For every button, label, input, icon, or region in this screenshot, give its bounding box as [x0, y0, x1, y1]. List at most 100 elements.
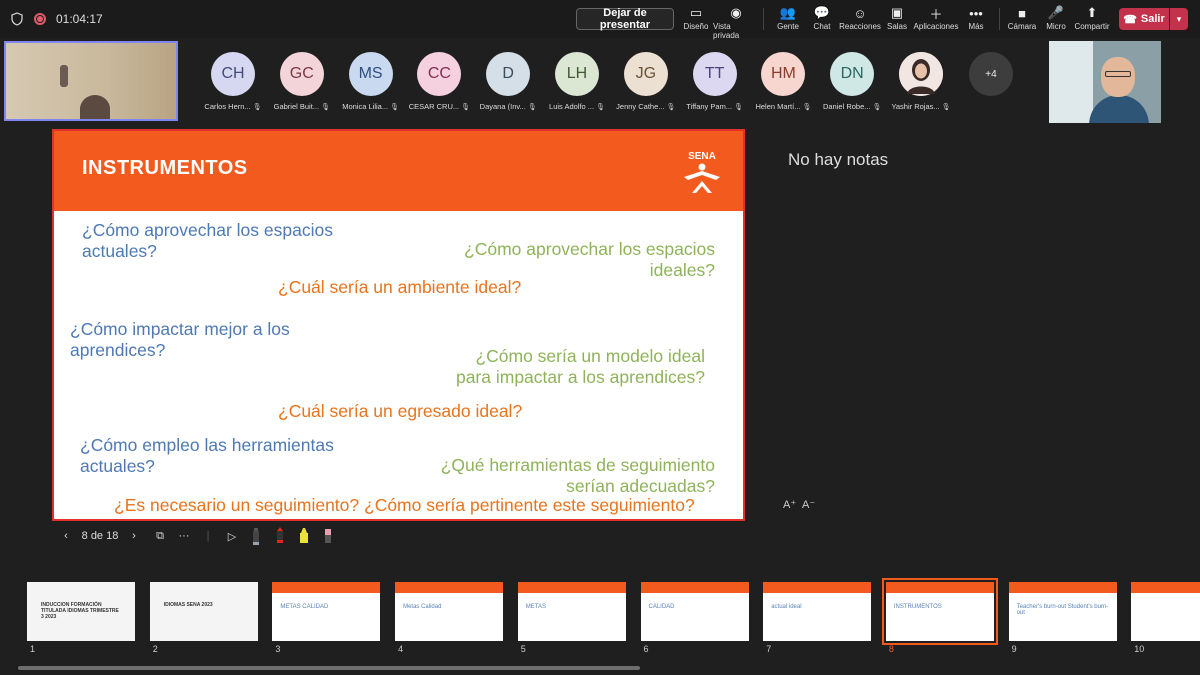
stop-presenting-button[interactable]: Dejar de presentar — [576, 7, 674, 31]
meeting-status: 01:04:17 — [0, 12, 103, 26]
slide-thumbnail[interactable]: METAS CALIDAD — [272, 582, 381, 641]
profile-photo — [899, 52, 943, 96]
remote-video-tile[interactable] — [1049, 41, 1161, 123]
participant-tile[interactable]: GC Gabriel Buit... 🎙 — [269, 52, 335, 111]
avatar: DN — [830, 52, 875, 96]
thumbnail-text: Metas Calidad — [403, 604, 442, 610]
private-view-button[interactable]: ◉ Vista privada — [713, 4, 759, 40]
slide-thumbnail[interactable] — [1131, 582, 1200, 641]
participant-tile[interactable]: D Dayana (Inv... 🎙 — [475, 52, 541, 111]
participant-name: CESAR CRU... — [408, 102, 460, 111]
leave-button[interactable]: ☎ Salir — [1119, 8, 1169, 30]
participant-strip: CH Carlos Hern... 🎙 GC Gabriel Buit... 🎙 MS Mon… — [0, 38, 1200, 126]
more-options-icon[interactable]: ··· — [172, 524, 196, 548]
highlighter-icon[interactable] — [292, 524, 316, 548]
participant-name: Carlos Hern... — [204, 102, 251, 111]
avatar: MS — [348, 52, 393, 96]
share-button[interactable]: ⬆ Compartir — [1069, 4, 1115, 31]
thumbnail-text: Teacher's burn-out Student's burn-out — [1016, 604, 1109, 616]
question-5: ¿Cómo sería un modelo ideal para impactar… — [455, 346, 705, 387]
thumbnail-number: 1 — [30, 644, 36, 654]
leave-options-chevron-icon[interactable]: ▾ — [1170, 8, 1188, 30]
self-video-tile[interactable] — [4, 41, 178, 121]
slide-thumbnail[interactable]: Metas Calidad — [395, 582, 504, 641]
slide-thumbnail[interactable]: Teacher's burn-out Student's burn-out — [1008, 582, 1117, 641]
thumbnail-number: 2 — [152, 644, 158, 654]
mic-muted-icon: 🎙 — [527, 103, 537, 111]
chat-icon: 💬 — [813, 5, 831, 20]
rooms-icon: ▣ — [890, 5, 904, 20]
participant-tile[interactable]: TT Tiffany Pam... 🎙 — [682, 52, 748, 111]
participant-name: Tiffany Pam... — [686, 102, 733, 111]
mic-muted-icon: 🎙 — [596, 103, 605, 111]
shield-icon — [11, 12, 23, 26]
phone-hangup-icon: ☎ — [1123, 13, 1137, 26]
more-participants[interactable]: +4 — [958, 52, 1024, 96]
question-4: ¿Cómo impactar mejor a los aprendices? — [70, 319, 290, 360]
laser-pen-icon[interactable] — [244, 524, 268, 548]
layout-icon: ▭ — [689, 5, 703, 20]
thumbnail-number: 5 — [520, 644, 526, 654]
thumbnail-text: IDIOMAS SENA 2023 — [163, 602, 213, 608]
eraser-icon[interactable] — [316, 524, 340, 548]
participant-name: Jenny Cathe... — [616, 102, 665, 111]
thumbnail-number: 4 — [398, 644, 404, 654]
avatar: CC — [417, 52, 462, 96]
thumbnail-text: CALIDAD — [648, 604, 675, 610]
meeting-timer: 01:04:17 — [56, 12, 103, 26]
avatar: LH — [555, 52, 599, 96]
previous-slide-chevron-icon[interactable]: ‹ — [52, 524, 80, 548]
thumbnail-number: 6 — [643, 644, 649, 654]
slide-thumbnail[interactable]: IDIOMAS SENA 2023 — [149, 582, 258, 641]
question-1: ¿Cómo aprovechar los espacios actuales? — [82, 220, 333, 261]
participant-video-person — [80, 95, 110, 119]
slide-thumbnail-strip: INDUCCION FORMACIÓN TITULADA IDIOMAS TRI… — [0, 578, 1200, 675]
mic-muted-icon: 🎙 — [252, 103, 262, 111]
avatar: TT — [692, 52, 737, 96]
reactions-icon: ☺ — [853, 5, 867, 21]
mic-muted-icon: 🎙 — [666, 103, 676, 111]
slide-thumbnail[interactable]: INDUCCION FORMACIÓN TITULADA IDIOMAS TRI… — [27, 582, 135, 641]
mic-off-icon: 🎤 — [1047, 5, 1065, 20]
slide-thumbnail[interactable]: METAS — [517, 582, 626, 641]
speaker-notes-empty: No hay notas — [788, 150, 889, 169]
participant-name: Gabriel Buit... — [273, 102, 320, 111]
participant-tile[interactable]: JG Jenny Cathe... 🎙 — [613, 52, 679, 111]
mic-muted-icon: 🎙 — [802, 103, 812, 111]
participant-tile[interactable]: HM Helen Martí... 🎙 — [750, 52, 816, 111]
thumbnail-text: INDUCCION FORMACIÓN TITULADA IDIOMAS TRI… — [41, 602, 119, 620]
slide-controls: ‹ 8 de 18 › ⧉ ··· | ▷ — [52, 524, 340, 548]
participant-tile[interactable]: MS Monica Lilia... 🎙 — [338, 52, 404, 111]
participant-tile[interactable]: Yashir Rojas... 🎙 — [888, 52, 954, 111]
mic-muted-icon: 🎙 — [734, 103, 743, 111]
slide-header: INSTRUMENTOS SENA — [54, 131, 743, 211]
avatar: JG — [623, 52, 668, 96]
more-participants-badge: +4 — [969, 52, 1013, 96]
next-slide-chevron-icon[interactable]: › — [120, 524, 148, 548]
share-icon: ⬆ — [1086, 5, 1098, 20]
participant-name: Monica Lilia... — [342, 102, 389, 111]
increase-font-button[interactable]: A⁺ — [783, 498, 796, 511]
participant-tile[interactable]: LH Luis Adolfo ... 🎙 — [544, 52, 610, 111]
avatar: CH — [211, 52, 255, 96]
mic-muted-icon: 🎙 — [461, 103, 471, 111]
thumbnail-number: 3 — [275, 644, 281, 654]
red-pen-icon[interactable] — [268, 524, 292, 548]
plus-icon: ＋ — [929, 6, 943, 22]
decrease-font-button[interactable]: A⁻ — [802, 498, 815, 511]
mic-muted-icon: 🎙 — [321, 103, 330, 111]
mic-muted-icon: 🎙 — [941, 103, 951, 111]
thumbnail-text: METAS CALIDAD — [280, 604, 329, 610]
grid-view-icon[interactable]: ⧉ — [148, 524, 172, 548]
more-button[interactable]: ••• Más — [953, 4, 999, 32]
participant-tile[interactable]: CH Carlos Hern... 🎙 — [200, 52, 266, 111]
participant-name: Daniel Robe... — [822, 102, 871, 111]
pointer-icon[interactable]: ▷ — [220, 524, 244, 548]
slide-thumbnail[interactable]: actual ideal — [763, 582, 872, 641]
participant-tile[interactable]: CC CESAR CRU... 🎙 — [406, 52, 472, 111]
participant-tile[interactable]: DN Daniel Robe... 🎙 — [819, 52, 885, 111]
horizontal-scrollbar[interactable] — [18, 666, 640, 670]
slide-title: INSTRUMENTOS — [82, 157, 248, 179]
slide-thumbnail[interactable]: CALIDAD — [640, 582, 749, 641]
slide-thumbnail[interactable]: INSTRUMENTOS — [881, 578, 998, 645]
